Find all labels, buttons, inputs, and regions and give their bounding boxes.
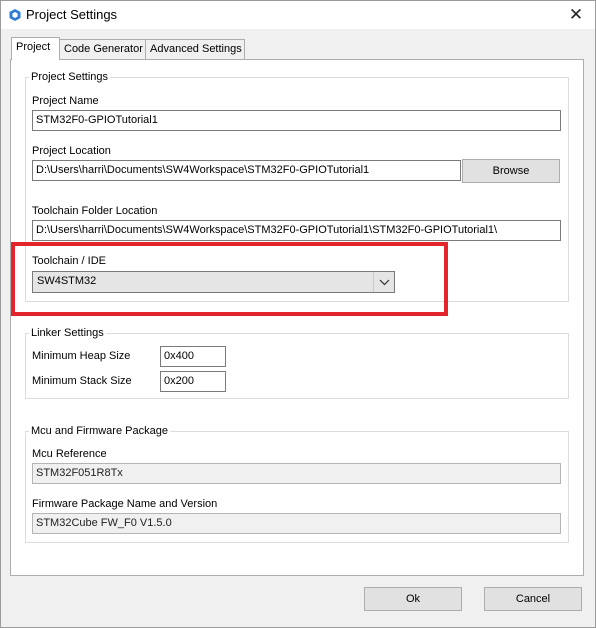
tab-project[interactable]: Project	[11, 37, 60, 60]
min-stack-label: Minimum Stack Size	[32, 375, 132, 387]
browse-button[interactable]: Browse	[462, 159, 560, 183]
title-bar: Project Settings ✕	[1, 1, 595, 29]
cancel-button[interactable]: Cancel	[484, 587, 582, 611]
min-stack-field[interactable]: 0x200	[160, 371, 226, 392]
project-name-field[interactable]: STM32F0-GPIOTutorial1	[32, 110, 561, 131]
tab-advanced-settings[interactable]: Advanced Settings	[145, 39, 245, 59]
project-name-label: Project Name	[32, 95, 99, 107]
toolchain-highlight-box	[11, 242, 448, 316]
project-location-label: Project Location	[32, 145, 111, 157]
firmware-package-label: Firmware Package Name and Version	[32, 498, 218, 510]
window-title: Project Settings	[26, 7, 118, 22]
linker-settings-legend: Linker Settings	[29, 327, 106, 339]
project-location-field[interactable]: D:\Users\harri\Documents\SW4Workspace\ST…	[32, 160, 461, 181]
min-heap-label: Minimum Heap Size	[32, 350, 131, 362]
ok-button[interactable]: Ok	[364, 587, 462, 611]
toolchain-folder-field[interactable]: D:\Users\harri\Documents\SW4Workspace\ST…	[32, 220, 561, 241]
app-icon	[8, 8, 22, 22]
firmware-package-field: STM32Cube FW_F0 V1.5.0	[32, 513, 561, 534]
min-heap-field[interactable]: 0x400	[160, 346, 226, 367]
tab-code-generator[interactable]: Code Generator	[59, 39, 146, 59]
mcu-firmware-legend: Mcu and Firmware Package	[29, 425, 170, 437]
linker-settings-group	[25, 333, 569, 399]
project-settings-legend: Project Settings	[29, 71, 111, 83]
mcu-reference-field: STM32F051R8Tx	[32, 463, 561, 484]
toolchain-folder-label: Toolchain Folder Location	[32, 205, 158, 217]
mcu-reference-label: Mcu Reference	[32, 448, 107, 460]
close-icon[interactable]: ✕	[557, 2, 595, 28]
